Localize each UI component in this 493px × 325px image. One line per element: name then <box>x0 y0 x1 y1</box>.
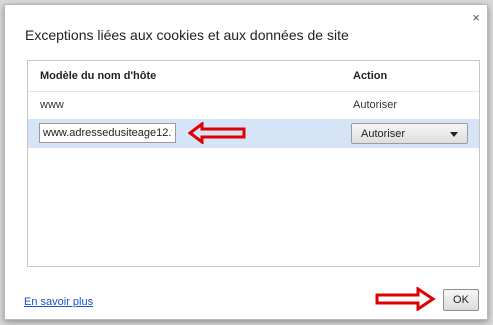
learn-more-link[interactable]: En savoir plus <box>24 296 93 308</box>
hostname-input[interactable] <box>39 123 176 143</box>
dialog-title: Exceptions liées aux cookies et aux donn… <box>25 27 349 43</box>
exceptions-table: Modèle du nom d'hôte Action www Autorise… <box>27 60 480 267</box>
action-select[interactable]: Autoriser <box>351 123 468 144</box>
action-select-value: Autoriser <box>361 128 406 140</box>
red-arrow-right-icon <box>375 287 436 311</box>
column-header-action: Action <box>353 70 388 82</box>
table-row[interactable]: www Autoriser <box>28 91 479 116</box>
table-row-editing: Autoriser <box>28 119 479 148</box>
row-action: Autoriser <box>353 99 398 111</box>
red-arrow-left-icon <box>188 122 246 144</box>
chevron-down-icon <box>450 132 458 137</box>
table-header: Modèle du nom d'hôte Action <box>28 61 479 85</box>
ok-button[interactable]: OK <box>443 289 479 311</box>
close-icon[interactable]: × <box>472 11 480 25</box>
column-header-hostname: Modèle du nom d'hôte <box>40 70 157 82</box>
row-hostname: www <box>40 99 64 111</box>
